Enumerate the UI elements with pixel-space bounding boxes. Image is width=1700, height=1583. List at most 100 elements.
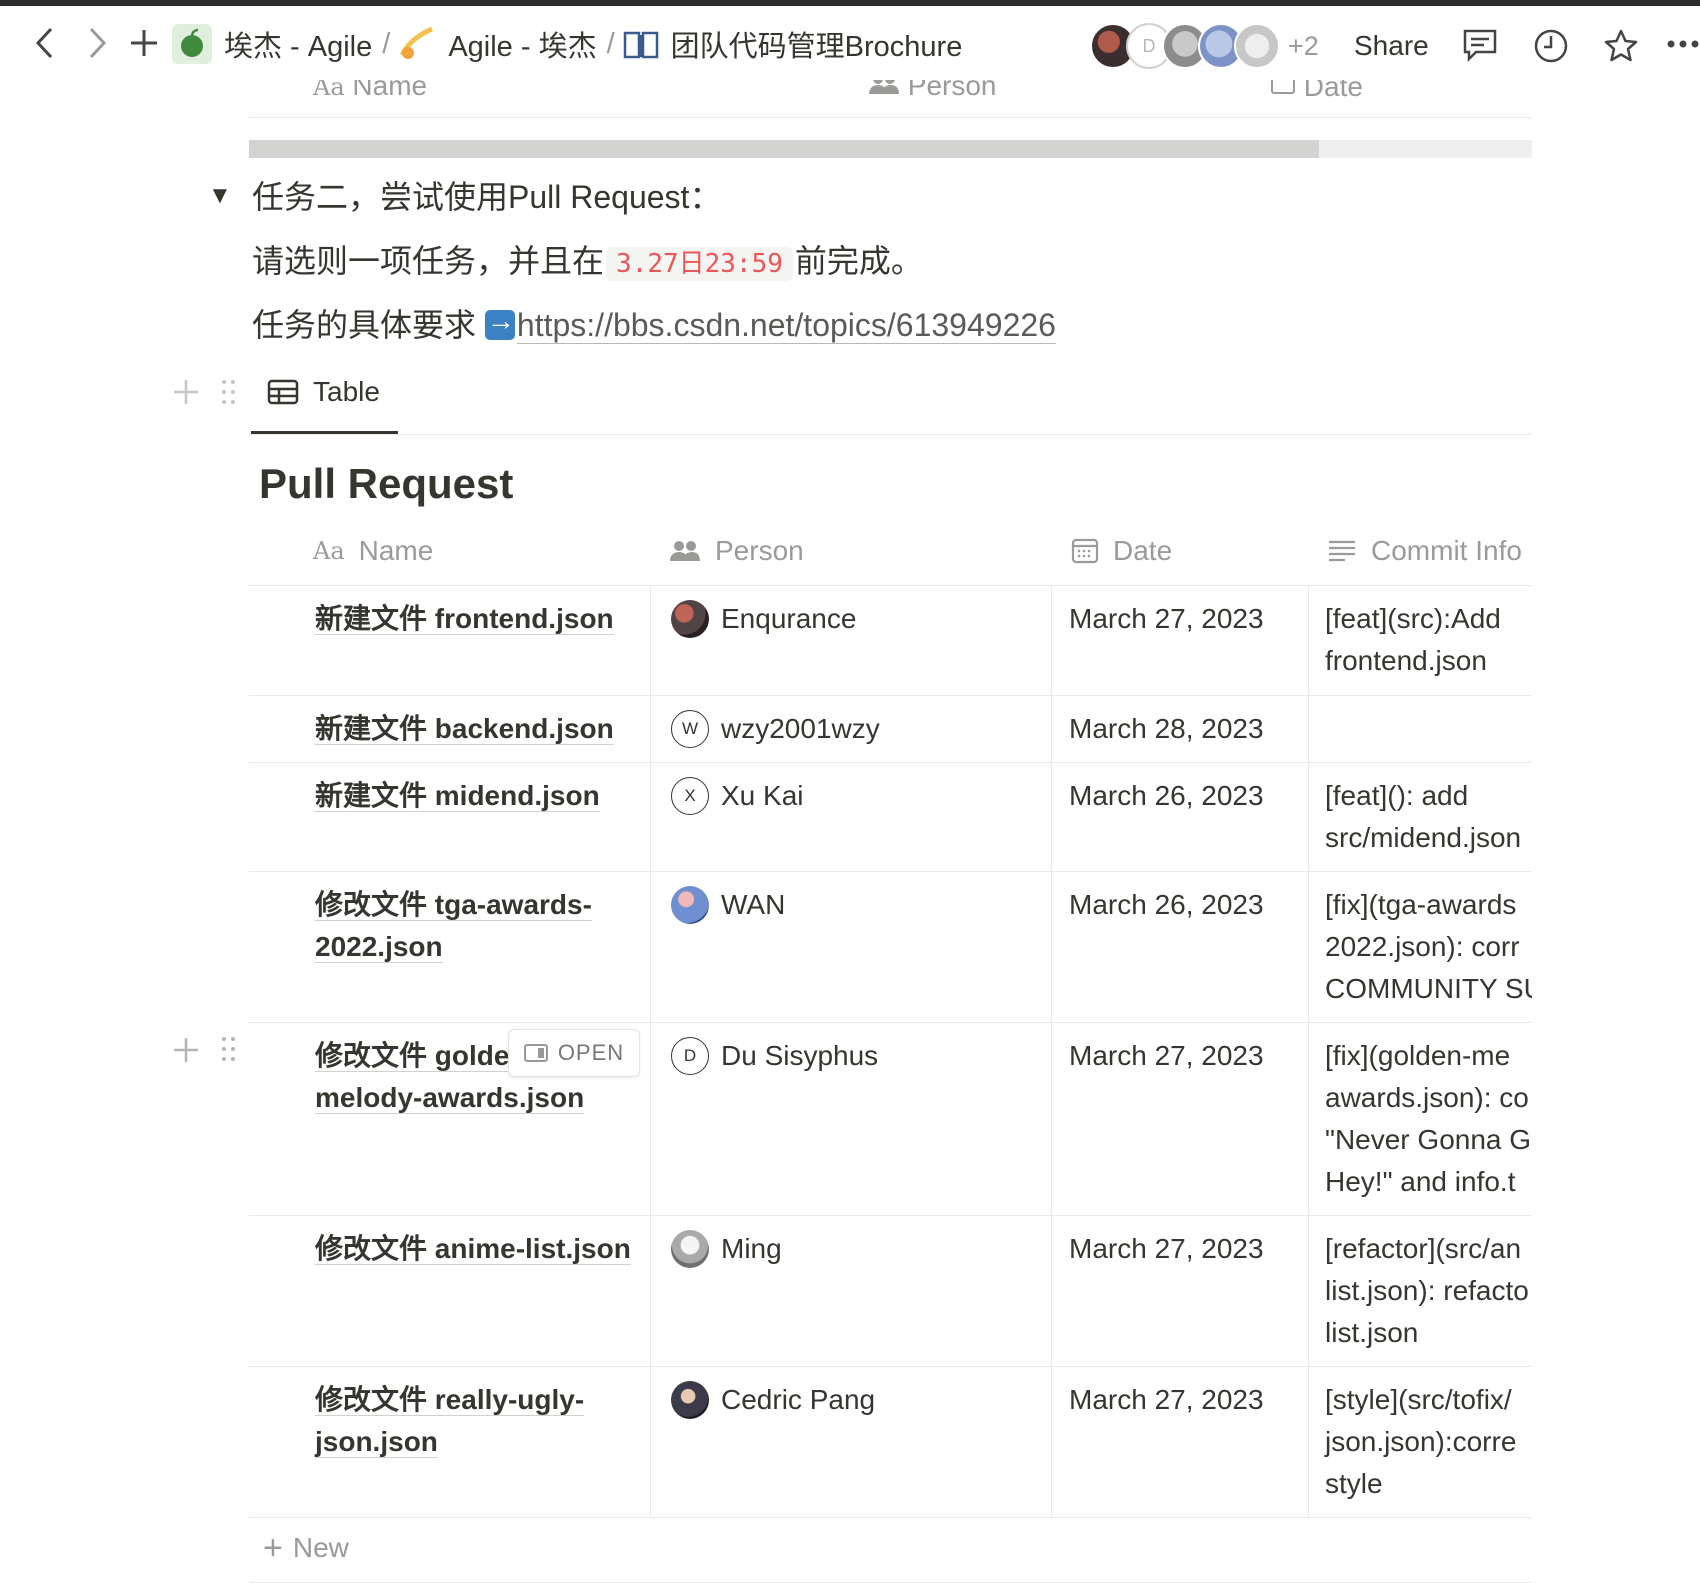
side-peek-icon [523, 1044, 548, 1062]
date-cell[interactable]: March 26, 2023 [1052, 872, 1309, 1022]
table-icon [267, 379, 299, 405]
apple-icon [172, 24, 212, 64]
person-cell[interactable]: Enqurance [651, 586, 1052, 695]
open-page-button[interactable]: OPEN [508, 1029, 640, 1077]
commit-cell[interactable]: [fix](golden-me awards.json): co "Never Go… [1309, 1023, 1532, 1215]
commit-cell[interactable]: [feat](src):Add frontend.json [1309, 586, 1532, 695]
commit-line: [feat](): add [1325, 780, 1469, 811]
column-header-commit[interactable]: Commit Info [1327, 535, 1522, 567]
page-title-link[interactable]: 修改文件 tga-awards-2022.json [315, 889, 592, 963]
page-title-link[interactable]: 新建文件 backend.json [315, 713, 614, 745]
column-header-person[interactable]: Person [669, 535, 804, 567]
breadcrumb: 埃杰 - Agile / Agile - 埃杰 / 团队代码管理Brochure [172, 24, 964, 64]
person-name: Du Sisyphus [721, 1040, 879, 1071]
commit-cell[interactable] [1309, 696, 1532, 762]
share-button[interactable]: Share [1354, 30, 1429, 62]
add-new-row-button[interactable]: + New [263, 1531, 349, 1565]
table-row[interactable]: 新建文件 midend.json X Xu Kai March 26, 2023 … [249, 763, 1532, 872]
person-cell[interactable]: Wwzy2001wzy [651, 696, 1052, 762]
comments-button[interactable] [1462, 28, 1498, 67]
table-row[interactable]: 修改文件 really-ugly-json.json Cedric Pang M… [249, 1367, 1532, 1518]
more-collaborators-count[interactable]: +2 [1288, 31, 1319, 62]
person-name: wzy2001wzy [721, 713, 880, 744]
horizontal-scrollbar[interactable] [249, 140, 1532, 158]
right-arrow-icon [484, 305, 515, 340]
avatar [671, 1230, 709, 1268]
new-page-button[interactable] [128, 26, 160, 64]
calendar-icon [1071, 537, 1099, 565]
breadcrumb-item-3[interactable]: 团队代码管理Brochure [671, 23, 963, 65]
name-cell[interactable]: 新建文件 backend.json [249, 696, 651, 762]
favorite-button[interactable] [1603, 28, 1639, 69]
toggle-triangle-icon[interactable]: ▼ [208, 182, 232, 210]
commit-line: 2022.json): corr [1325, 931, 1520, 962]
scrollbar-thumb[interactable] [249, 140, 1319, 158]
commit-cell[interactable]: [refactor](src/an list.json): refacto list… [1309, 1216, 1532, 1366]
table-row[interactable]: 新建文件 frontend.json Enqurance March 27, 2… [249, 586, 1532, 696]
person-cell[interactable]: D Du Sisyphus [651, 1023, 1052, 1215]
column-label: Date [1113, 535, 1173, 566]
page-title-link[interactable]: 新建文件 midend.json [315, 780, 600, 812]
date-cell[interactable]: March 27, 2023 [1052, 586, 1309, 695]
back-button[interactable] [34, 26, 56, 64]
commit-cell[interactable]: [feat](): add src/midend.json [1309, 763, 1532, 871]
name-cell[interactable]: 修改文件 tga-awards-2022.json [249, 872, 651, 1022]
tab-table-view[interactable]: Table [251, 376, 380, 434]
page-title-link[interactable]: 新建文件 frontend.json [315, 603, 614, 635]
breadcrumb-item-2[interactable]: Agile - 埃杰 [448, 23, 596, 65]
name-cell[interactable]: 修改文件 anime-list.json [249, 1216, 651, 1366]
person-cell[interactable]: X Xu Kai [651, 763, 1052, 871]
forward-button[interactable] [86, 26, 108, 64]
chevron-left-icon [35, 27, 53, 59]
updates-button[interactable] [1533, 28, 1569, 69]
table-row[interactable]: 修改文件 anime-list.json Ming March 27, 2023… [249, 1216, 1532, 1367]
person-cell[interactable]: Ming [651, 1216, 1052, 1366]
add-row-plus-icon[interactable] [172, 1036, 200, 1072]
date-cell[interactable]: March 27, 2023 [1052, 1367, 1309, 1517]
commit-line: list.json [1325, 1317, 1419, 1348]
row-drag-handle-icon[interactable] [222, 1037, 236, 1063]
name-cell[interactable]: 修改文件 golden-melody-awards.json OPEN [249, 1023, 651, 1215]
column-label: Person [715, 535, 804, 566]
date-cell[interactable]: March 28, 2023 [1052, 696, 1309, 762]
tab-label: Table [313, 376, 380, 407]
name-cell[interactable]: 新建文件 midend.json [249, 763, 651, 871]
date-cell[interactable]: March 27, 2023 [1052, 1023, 1309, 1215]
add-block-plus-icon[interactable] [172, 378, 200, 414]
table-row[interactable]: 新建文件 backend.json Wwzy2001wzy March 28, … [249, 696, 1532, 763]
avatar[interactable] [1234, 23, 1280, 69]
column-label: Commit Info [1371, 535, 1522, 566]
table-row[interactable]: 修改文件 golden-melody-awards.json OPEN D Du … [249, 1023, 1532, 1216]
date-cell[interactable]: March 26, 2023 [1052, 763, 1309, 871]
column-header-name[interactable]: Aa Name [313, 535, 433, 567]
table-header: Aa Name Person Date Commit Info [249, 525, 1532, 586]
commit-cell[interactable]: [fix](tga-awards 2022.json): corr COMMUNIT… [1309, 872, 1532, 1022]
table-row[interactable]: 修改文件 tga-awards-2022.json WAN March 26, … [249, 872, 1532, 1023]
commit-line: list.json): refacto [1325, 1275, 1529, 1306]
new-row: + New [249, 1518, 1532, 1583]
column-header-date[interactable]: Date [1071, 535, 1172, 567]
commit-line: Hey!" and info.t [1325, 1166, 1516, 1197]
name-cell[interactable]: 新建文件 frontend.json [249, 586, 651, 695]
name-cell[interactable]: 修改文件 really-ugly-json.json [249, 1367, 651, 1517]
more-options-button[interactable] [1666, 36, 1700, 54]
commit-line: json.json):corre [1325, 1426, 1517, 1457]
person-cell[interactable]: WAN [651, 872, 1052, 1022]
person-cell[interactable]: Cedric Pang [651, 1367, 1052, 1517]
open-book-icon [623, 29, 659, 59]
page-title-link[interactable]: 修改文件 anime-list.json [315, 1233, 631, 1265]
date-cell[interactable]: March 27, 2023 [1052, 1216, 1309, 1366]
commit-line: COMMUNITY SU [1325, 973, 1532, 1004]
text-lines-icon [1327, 539, 1357, 563]
commit-line: [refactor](src/an [1325, 1233, 1522, 1264]
breadcrumb-separator: / [606, 27, 615, 60]
requirement-link[interactable]: https://bbs.csdn.net/topics/613949226 [516, 307, 1056, 344]
commit-line: src/midend.json [1325, 822, 1522, 853]
breadcrumb-item-1[interactable]: 埃杰 - Agile [224, 23, 372, 65]
page-title-link[interactable]: 修改文件 really-ugly-json.json [315, 1384, 585, 1458]
drag-handle-icon[interactable] [222, 380, 236, 406]
task-text: 前完成。 [794, 243, 923, 279]
commit-line: "Never Gonna G [1325, 1124, 1532, 1155]
commit-cell[interactable]: [style](src/tofix/json.json):corre style [1309, 1367, 1532, 1517]
commit-line: awards.json): co [1325, 1082, 1529, 1113]
